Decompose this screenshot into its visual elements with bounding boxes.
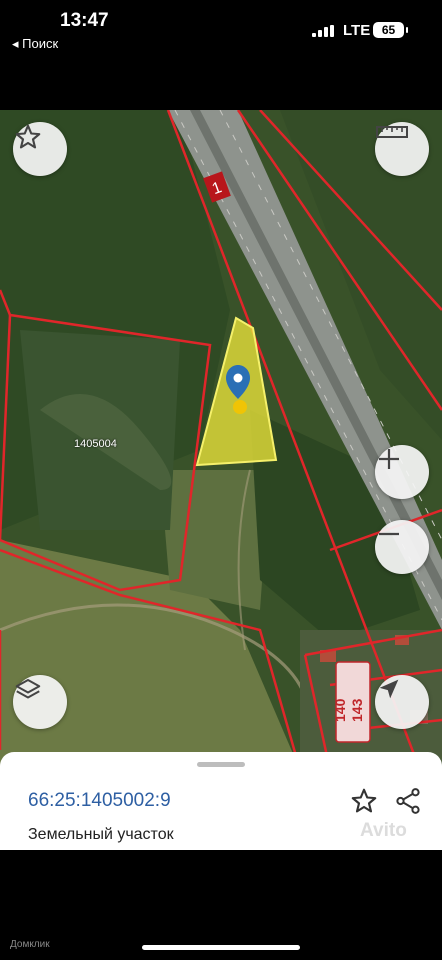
navigation-arrow-icon [379,679,399,699]
house-number-140: 140 [332,698,348,722]
domclick-logo: Домклик [10,939,50,950]
my-location-button[interactable] [375,675,429,729]
home-indicator[interactable] [142,945,300,950]
plus-icon [379,449,399,469]
network-type: LTE [343,22,371,39]
favorite-button[interactable] [349,786,379,821]
battery-icon: 65 [373,22,408,38]
zoom-in-button[interactable] [375,445,429,499]
layers-button[interactable] [13,675,67,729]
sheet-handle[interactable] [197,762,245,767]
status-bar: 13:47 ◂ Поиск LTE 65 [0,0,442,110]
favorite-map-button[interactable] [13,122,67,176]
bottom-bar: Домклик [0,850,442,960]
satellite-map[interactable]: 1 140 143 1405004 [0,110,442,770]
layers-icon [15,679,41,699]
share-button[interactable] [393,786,423,821]
clock: 13:47 [60,10,109,31]
parcel-info-sheet[interactable]: 66:25:1405002:9 Земельный участок Avito [0,752,442,850]
object-type: Земельный участок [28,826,174,843]
minus-icon [379,532,399,536]
zoom-out-button[interactable] [375,520,429,574]
ruler-icon [376,126,408,138]
share-icon [396,788,420,814]
star-icon [15,124,41,149]
house-number-143: 143 [349,698,365,722]
map-layer: 1 140 143 [0,110,442,770]
star-icon [351,788,377,813]
ruler-button[interactable] [375,122,429,176]
cadastral-number: 66:25:1405002:9 [28,790,171,811]
back-to-search-link[interactable]: ◂ Поиск [12,36,58,52]
avito-watermark: Avito [360,820,407,841]
parcel-label[interactable]: 1405004 [74,438,117,450]
signal-icon [312,25,336,37]
